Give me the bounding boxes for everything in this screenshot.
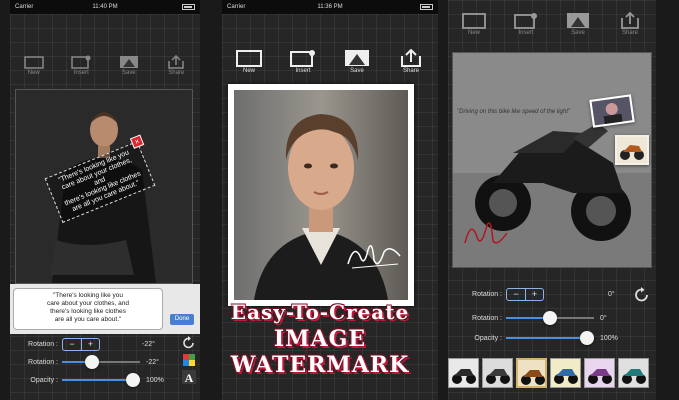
rotation-slider-row: Rotation : 0° — [448, 310, 656, 326]
red-signature-watermark[interactable] — [461, 213, 511, 253]
share-icon — [401, 49, 421, 67]
share-button[interactable]: Share — [618, 12, 642, 36]
font-icon[interactable]: A — [182, 370, 196, 384]
share-button[interactable]: Share — [166, 55, 186, 76]
new-icon — [24, 56, 44, 69]
carrier-label: Carrier — [15, 4, 34, 10]
phone-screen-image-watermark: New Insert Save Share "Driving on this b… — [448, 0, 656, 400]
new-button[interactable]: New — [462, 12, 486, 36]
photo-frame: "Driving on this bike like speed of the … — [452, 52, 652, 268]
rotation-decrement-button[interactable]: − — [507, 289, 525, 300]
side-tools: A — [182, 336, 198, 384]
opacity-slider-thumb[interactable] — [580, 331, 594, 345]
rotation-stepper: − + — [506, 287, 544, 301]
save-icon — [119, 56, 138, 68]
signature-watermark[interactable] — [344, 234, 404, 274]
battery-icon — [182, 4, 195, 10]
opacity-slider-value: 100% — [600, 334, 618, 342]
rotation-increment-button[interactable]: + — [525, 288, 543, 300]
toolbar: New Insert Save Share — [448, 12, 656, 36]
status-time: 11:40 PM — [92, 4, 118, 10]
rotate-reset-icon[interactable] — [182, 336, 196, 350]
watermark-thumbnail[interactable] — [618, 358, 649, 388]
status-bar: Carrier 11:40 PM — [10, 0, 200, 14]
rotation-slider-thumb[interactable] — [543, 311, 557, 325]
rotation-increment-button[interactable]: + — [81, 338, 99, 350]
opacity-slider[interactable] — [506, 331, 594, 345]
caption-text-watermark[interactable]: "Driving on this bike like speed of the … — [457, 109, 570, 115]
toolbar: New Insert Save Share — [10, 55, 200, 76]
status-bar: Carrier 11:36 PM — [222, 0, 438, 14]
done-button[interactable]: Done — [170, 314, 194, 325]
insert-button[interactable]: Insert — [290, 49, 316, 74]
rotation-slider-row: Rotation : -22° — [10, 354, 200, 370]
watermark-thumbnail-strip — [448, 358, 656, 388]
rotation-slider-thumb[interactable] — [84, 355, 99, 369]
rotation-slider-value: -22° — [146, 358, 159, 366]
watermark-text-input[interactable]: "There's looking like you care about you… — [13, 288, 163, 330]
rotation-stepper-value: -22° — [142, 340, 155, 348]
rotation-slider[interactable] — [506, 311, 594, 325]
controls-panel: Rotation : − + -22° Rotation : -22° Opac… — [10, 336, 200, 396]
battery-icon — [420, 4, 433, 10]
watermark-thumbnail[interactable] — [550, 358, 581, 388]
opacity-slider-thumb[interactable] — [126, 373, 140, 387]
svg-text:A: A — [185, 371, 194, 384]
rotation-stepper-row: Rotation : − + 0° — [472, 287, 615, 301]
color-palette-icon[interactable] — [182, 353, 196, 367]
watermark-thumbnail[interactable] — [584, 358, 615, 388]
status-time: 11:36 PM — [317, 4, 343, 10]
opacity-slider-row: Opacity : 100% — [448, 330, 656, 346]
rotation-slider-value: 0° — [600, 314, 607, 322]
insert-icon — [514, 13, 537, 29]
new-button[interactable]: New — [24, 55, 44, 76]
promo-banner: Easy-To-Create IMAGE WATERMARK — [200, 300, 440, 378]
photo-frame — [228, 84, 414, 306]
opacity-slider-value: 100% — [146, 376, 164, 384]
save-icon — [567, 13, 589, 28]
opacity-slider[interactable] — [62, 373, 140, 387]
insert-button[interactable]: Insert — [71, 55, 91, 76]
watermark-thumbnail[interactable] — [448, 358, 479, 388]
save-button[interactable]: Save — [344, 49, 370, 74]
toolbar: New Insert Save Share — [222, 49, 438, 74]
banner-line-2: IMAGE WATERMARK — [230, 326, 410, 378]
rotation-stepper: − + — [62, 337, 100, 351]
new-icon — [236, 50, 262, 67]
image-watermark-small-portrait[interactable] — [589, 94, 635, 128]
save-icon — [345, 50, 369, 66]
rotate-reset-icon[interactable] — [634, 287, 650, 303]
insert-button[interactable]: Insert — [514, 12, 538, 36]
phone-screen-edit-text: Carrier 11:40 PM New Insert Save Share "… — [10, 0, 200, 400]
rotation-slider[interactable] — [62, 355, 140, 369]
save-button[interactable]: Save — [119, 55, 139, 76]
photo-stage: "There's looking like you care about you… — [10, 86, 200, 286]
watermark-thumbnail[interactable] — [516, 358, 547, 388]
controls-panel: Rotation : − + 0° Rotation : 0° Opacity … — [448, 286, 656, 346]
new-icon — [462, 13, 486, 29]
carrier-label: Carrier — [227, 4, 246, 10]
image-watermark-small-bike[interactable] — [615, 135, 649, 165]
rotation-stepper-row: Rotation : − + -22° — [28, 337, 155, 351]
watermark-thumbnail[interactable] — [482, 358, 513, 388]
share-icon — [621, 12, 639, 29]
rotation-decrement-button[interactable]: − — [63, 339, 81, 350]
insert-icon — [290, 50, 315, 67]
text-input-panel: "There's looking like you care about you… — [10, 284, 200, 334]
save-button[interactable]: Save — [566, 12, 590, 36]
new-button[interactable]: New — [236, 49, 262, 74]
share-icon — [168, 55, 184, 69]
opacity-slider-row: Opacity : 100% — [10, 372, 200, 388]
insert-icon — [71, 55, 91, 69]
share-button[interactable]: Share — [398, 49, 424, 74]
banner-line-1: Easy-To-Create — [230, 300, 410, 324]
rotation-stepper-value: 0° — [608, 290, 615, 298]
